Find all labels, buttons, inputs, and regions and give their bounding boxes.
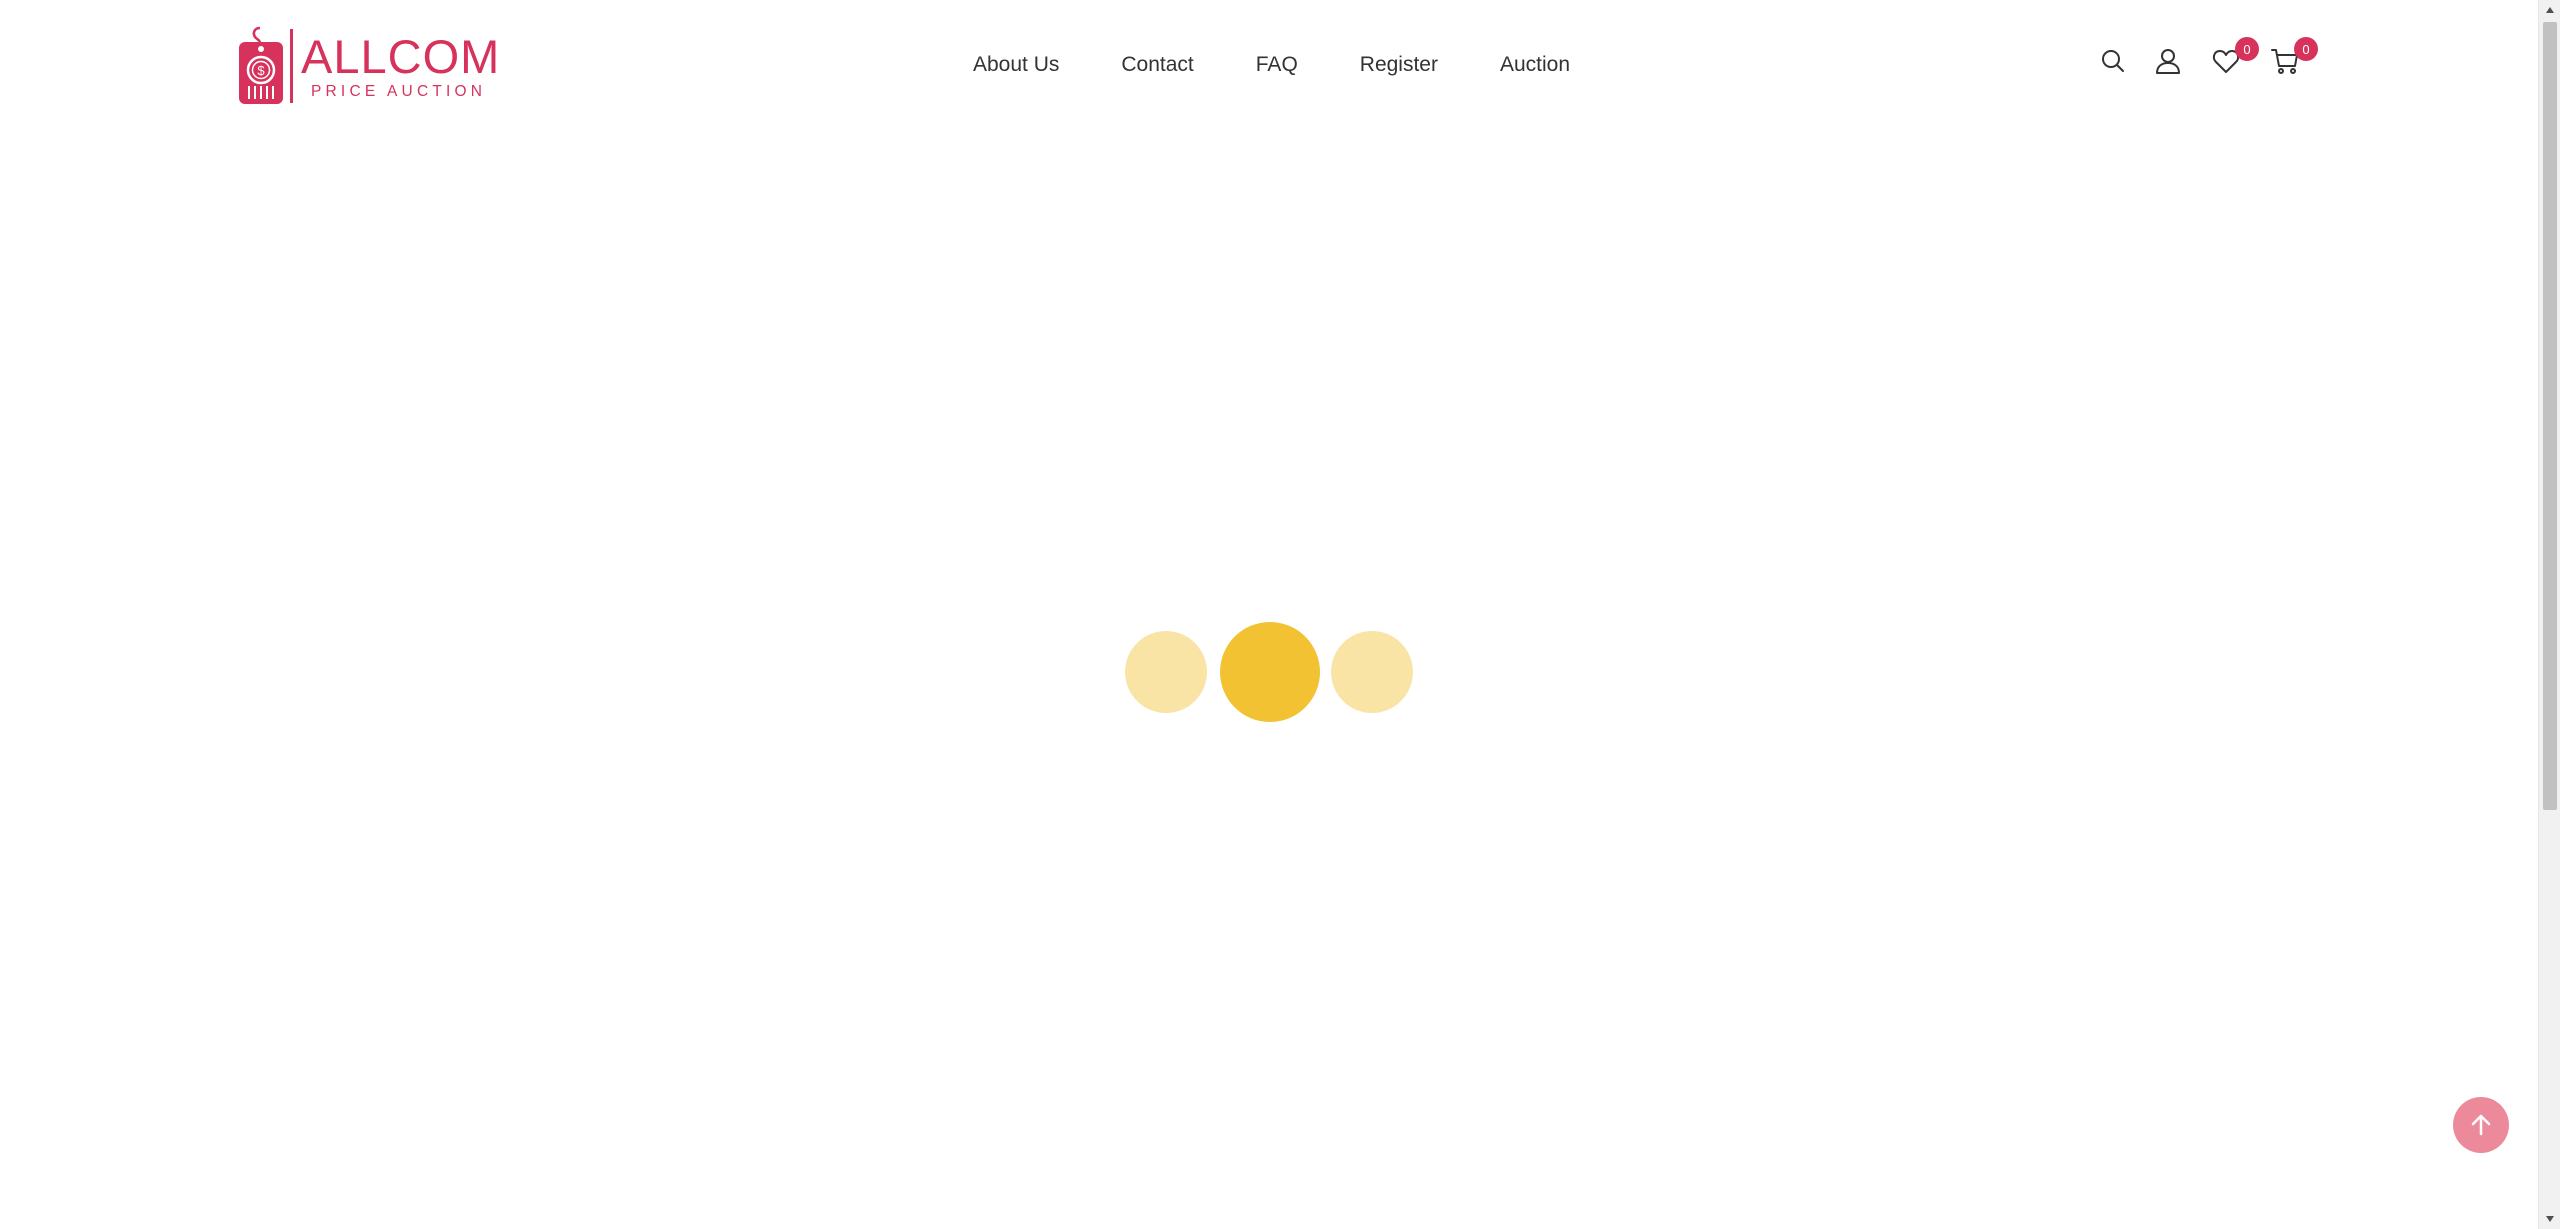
vertical-scrollbar[interactable] <box>2538 0 2560 1229</box>
arrow-up-icon <box>2471 1114 2491 1136</box>
page-loader <box>0 0 2538 1229</box>
loader-dot <box>1331 631 1413 713</box>
back-to-top-button[interactable] <box>2453 1097 2509 1153</box>
scroll-down-arrow-icon[interactable] <box>2539 1209 2560 1229</box>
loader-dot-active <box>1220 622 1320 722</box>
loader-dot <box>1125 631 1207 713</box>
page: $ ALLCOM PRICE AUCTION About Us Contact … <box>0 0 2560 1229</box>
scrollbar-thumb[interactable] <box>2543 22 2557 810</box>
scroll-up-arrow-icon[interactable] <box>2539 0 2560 20</box>
